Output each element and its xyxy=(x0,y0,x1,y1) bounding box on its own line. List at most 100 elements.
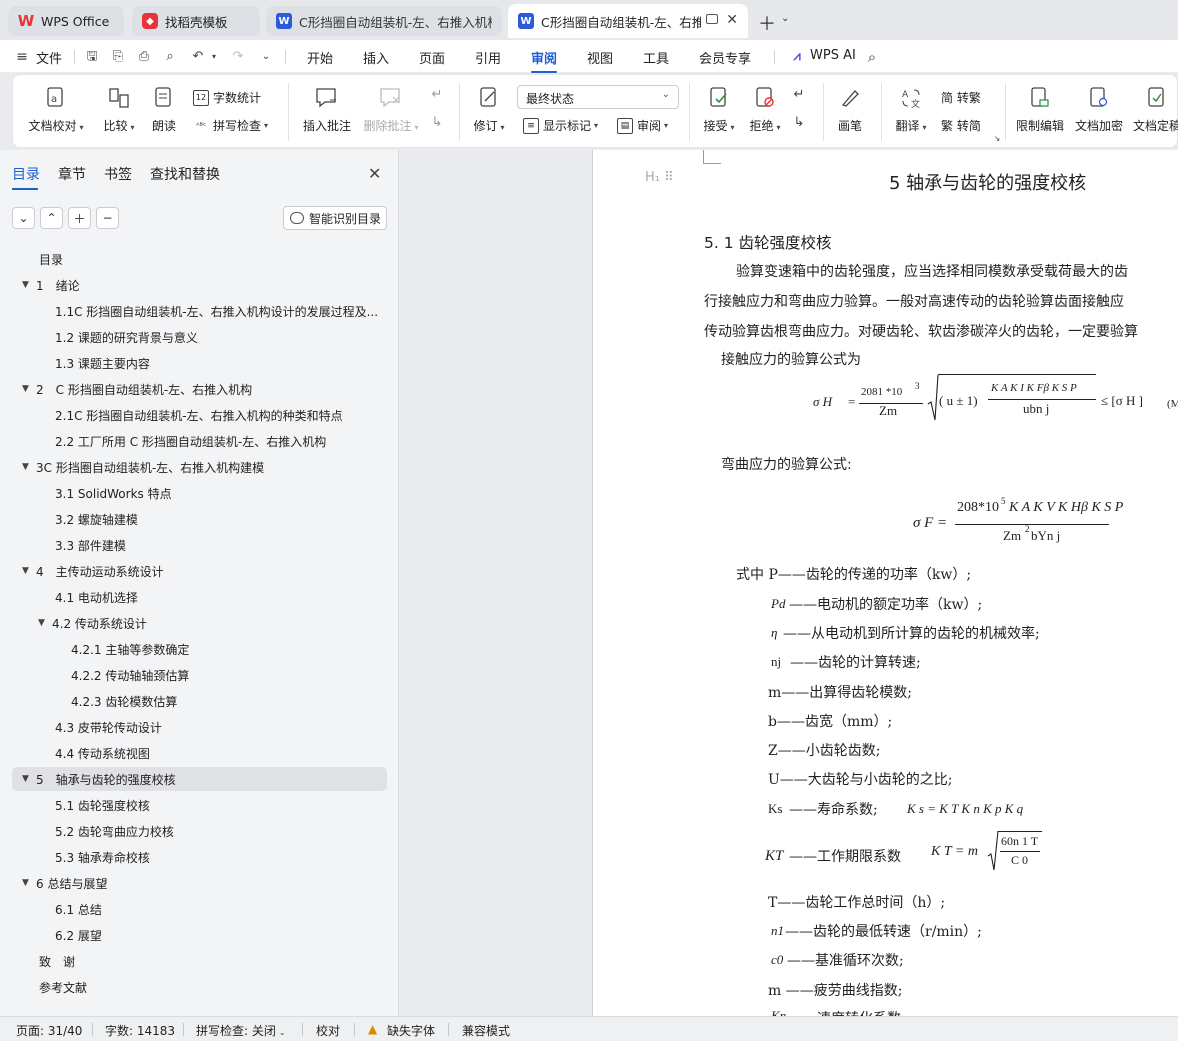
restrict-edit-button[interactable]: 限制编辑 xyxy=(1013,85,1067,134)
menu-tools[interactable]: 工具 xyxy=(643,48,669,67)
simp-to-trad-button[interactable]: 简 转繁 xyxy=(941,89,981,106)
expand-arrow-icon[interactable]: ▼ xyxy=(22,878,36,888)
next-change-icon[interactable]: ↳ xyxy=(791,115,807,131)
expand-arrow-icon[interactable]: ▼ xyxy=(38,618,52,628)
toc-item[interactable]: 4.1 电动机选择 xyxy=(55,586,138,608)
toc-item[interactable]: 6.2 展望 xyxy=(55,924,102,946)
expand-icon[interactable]: ↘ xyxy=(993,135,1001,143)
menu-page[interactable]: 页面 xyxy=(419,48,445,67)
heading-handle-icon[interactable]: H₁ ⠿ xyxy=(645,170,674,185)
toc-item[interactable]: 6.1 总结 xyxy=(55,898,102,920)
toc-item[interactable]: 致 谢 xyxy=(39,950,75,972)
toc-item[interactable]: 目录 xyxy=(39,248,63,270)
toc-item[interactable]: ▼ 4 主传动运动系统设计 xyxy=(22,560,164,582)
expand-arrow-icon[interactable]: ▼ xyxy=(22,774,36,784)
toc-item[interactable]: ▼ 6 总结与展望 xyxy=(22,872,107,894)
accept-button[interactable]: 接受 ▾ xyxy=(699,85,739,134)
export-pdf-icon[interactable]: ⎘ xyxy=(110,49,126,65)
document-page[interactable]: H₁ ⠿ 5 轴承与齿轮的强度校核 5. 1 齿轮强度校核 验算变速箱中的齿轮强… xyxy=(592,150,1178,1016)
proofread-indicator[interactable]: 校对 xyxy=(316,1022,340,1039)
compat-mode-indicator[interactable]: 兼容模式 xyxy=(462,1022,510,1039)
toc-item[interactable]: 2.1C 形挡圈自动组装机-左、右推入机构的种类和特点 xyxy=(55,404,343,426)
toc-item[interactable]: 3.3 部件建模 xyxy=(55,534,126,556)
save-icon[interactable]: 🖫 xyxy=(84,49,100,65)
spell-check-indicator[interactable]: 拼写检查: 关闭 ⌄ xyxy=(196,1022,286,1039)
show-marks-button[interactable]: ≡ 显示标记 ▾ xyxy=(523,117,598,134)
smart-toc-button[interactable]: 智能识别目录 xyxy=(283,206,387,230)
toc-item[interactable]: 1.2 课题的研究背景与意义 xyxy=(55,326,198,348)
menu-review[interactable]: 审阅 xyxy=(531,48,558,73)
menu-file[interactable]: 文件 xyxy=(36,48,62,67)
search-icon[interactable]: ⌕ xyxy=(864,49,880,65)
toc-item[interactable]: 3.2 螺旋轴建模 xyxy=(55,508,138,530)
add-heading-button[interactable]: ＋ xyxy=(68,207,91,229)
tab-toc[interactable]: 目录 xyxy=(12,164,40,190)
menu-home[interactable]: 开始 xyxy=(307,48,333,67)
remove-heading-button[interactable]: − xyxy=(96,207,119,229)
trad-to-simp-button[interactable]: 繁 转简 xyxy=(941,117,981,134)
page-indicator[interactable]: 页面: 31/40 xyxy=(16,1022,82,1039)
redo-icon[interactable]: ↷ xyxy=(230,49,246,65)
undo-icon[interactable]: ↶ xyxy=(190,49,206,65)
toc-item[interactable]: 3.1 SolidWorks 特点 xyxy=(55,482,172,504)
undo-dropdown-icon[interactable]: ▾ xyxy=(206,49,222,65)
missing-font-indicator[interactable]: 缺失字体 xyxy=(387,1022,435,1039)
tab-document-active[interactable]: W C形挡圈自动组装机-左、右推入机构设 ✕ xyxy=(508,4,748,38)
next-comment-icon[interactable]: ↳ xyxy=(429,115,445,131)
finalize-button[interactable]: 文档定稿 xyxy=(1131,85,1178,134)
tab-find-replace[interactable]: 查找和替换 xyxy=(150,164,220,184)
doc-proofread-button[interactable]: a 文档校对 ▾ xyxy=(27,85,85,134)
print-preview-icon[interactable]: ⌕ xyxy=(162,49,178,65)
close-icon[interactable]: ✕ xyxy=(368,164,381,183)
expand-up-button[interactable]: ⌃ xyxy=(40,207,63,229)
collapse-all-button[interactable]: ⌄ xyxy=(12,207,35,229)
chevron-down-icon[interactable]: ⌄ xyxy=(258,49,274,65)
toc-item[interactable]: ▼ 2 C 形挡圈自动组装机-左、右推入机构 xyxy=(22,378,252,400)
toc-item[interactable]: 4.3 皮带轮传动设计 xyxy=(55,716,162,738)
menu-view[interactable]: 视图 xyxy=(587,48,613,67)
expand-arrow-icon[interactable]: ▼ xyxy=(22,462,36,472)
expand-arrow-icon[interactable]: ▼ xyxy=(22,566,36,576)
toc-item[interactable]: 5.2 齿轮弯曲应力校核 xyxy=(55,820,174,842)
close-tab-icon[interactable]: ✕ xyxy=(726,12,738,28)
toc-item[interactable]: ▼ 1 绪论 xyxy=(22,274,80,296)
toc-item[interactable]: 4.2.2 传动轴轴颈估算 xyxy=(71,664,189,686)
toc-item[interactable]: 4.2.1 主轴等参数确定 xyxy=(71,638,189,660)
toc-item[interactable]: ▼ 5 轴承与齿轮的强度校核 xyxy=(22,768,176,790)
review-pane-button[interactable]: ▤ 审阅 ▾ xyxy=(617,117,668,134)
menu-insert[interactable]: 插入 xyxy=(363,48,389,67)
word-count-button[interactable]: 12 字数统计 xyxy=(193,89,261,106)
monitor-icon[interactable] xyxy=(706,14,718,24)
tab-bookmarks[interactable]: 书签 xyxy=(104,164,132,184)
track-changes-button[interactable]: 修订 ▾ xyxy=(469,85,509,134)
tab-docer-templates[interactable]: ◆ 找稻壳模板 xyxy=(132,6,260,36)
new-tab-icon[interactable]: ＋ xyxy=(758,10,776,36)
toc-item[interactable]: 2.2 工厂所用 C 形挡圈自动组装机-左、右推入机构 xyxy=(55,430,326,452)
toc-item[interactable]: 1.1C 形挡圈自动组装机-左、右推入机构设计的发展过程及... xyxy=(55,300,378,322)
translate-button[interactable]: A文 翻译 ▾ xyxy=(891,85,931,134)
display-state-select[interactable]: 最终状态 ⌄ xyxy=(517,85,679,109)
word-count-indicator[interactable]: 字数: 14183 xyxy=(105,1022,175,1039)
toc-item[interactable]: 5.3 轴承寿命校核 xyxy=(55,846,150,868)
menu-member[interactable]: 会员专享 xyxy=(699,48,751,67)
read-aloud-button[interactable]: 朗读 xyxy=(147,85,181,134)
toc-item[interactable]: 4.4 传动系统视图 xyxy=(55,742,150,764)
toc-item[interactable]: ▼ 4.2 传动系统设计 xyxy=(38,612,147,634)
toc-item[interactable]: 参考文献 xyxy=(39,976,87,998)
menu-wps-ai[interactable]: WPS AI xyxy=(810,48,856,63)
toc-item[interactable]: 4.2.3 齿轮模数估算 xyxy=(71,690,177,712)
encrypt-button[interactable]: 文档加密 xyxy=(1073,85,1125,134)
tab-sections[interactable]: 章节 xyxy=(58,164,86,184)
hamburger-icon[interactable]: ≡ xyxy=(14,49,30,65)
pen-button[interactable]: 画笔 xyxy=(833,85,867,134)
toc-item[interactable]: 1.3 课题主要内容 xyxy=(55,352,150,374)
expand-arrow-icon[interactable]: ▼ xyxy=(22,384,36,394)
prev-comment-icon[interactable]: ↵ xyxy=(429,87,445,103)
prev-change-icon[interactable]: ↵ xyxy=(791,87,807,103)
tab-wps-office[interactable]: W WPS Office xyxy=(8,6,124,36)
print-icon[interactable]: ⎙ xyxy=(136,49,152,65)
expand-arrow-icon[interactable]: ▼ xyxy=(22,280,36,290)
insert-comment-button[interactable]: 插入批注 xyxy=(299,85,355,134)
menu-references[interactable]: 引用 xyxy=(475,48,501,67)
compare-button[interactable]: 比较 ▾ xyxy=(97,85,141,134)
